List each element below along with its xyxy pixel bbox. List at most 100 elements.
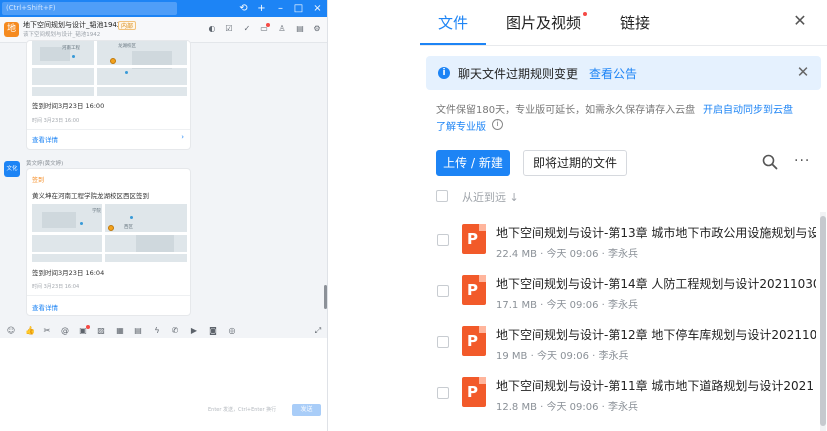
emoji-icon[interactable]: ☺ (6, 326, 16, 336)
chat-scrollbar[interactable] (324, 285, 327, 309)
phone-icon[interactable]: ✆ (170, 326, 180, 336)
task-icon[interactable]: ☑ (224, 24, 234, 34)
file-list: P 地下空间规划与设计-第13章 城市地下市政公用设施规划与设计 22.4 MB… (420, 212, 827, 431)
add-icon[interactable]: + (255, 2, 268, 15)
chat-title: 地下空间规划与设计_韬池1942 (23, 21, 122, 29)
files-icon[interactable]: ▤ (295, 24, 305, 34)
more-icon[interactable]: ··· (794, 153, 810, 169)
retention-info: 文件保留180天，专业版可延长，如需永久保存请存入云盘 (436, 105, 696, 116)
video-icon[interactable]: ▶ (189, 326, 199, 336)
checkin-time-small: 时间 3月23日 16:00 (32, 118, 80, 124)
scissors-icon[interactable]: ✂ (42, 326, 52, 336)
notification-dot (266, 23, 270, 27)
member-icon[interactable]: ♙ (277, 24, 287, 34)
message-list: 河南工程 龙湖校区 签到时间3月23日 16:00 时间 3月23日 16:00… (0, 40, 327, 316)
file-name[interactable]: 地下空间规划与设计-第13章 城市地下市政公用设施规划与设计 (496, 224, 816, 241)
view-announcement-link[interactable]: 查看公告 (589, 65, 637, 82)
chevron-right-icon: › (181, 133, 184, 141)
file-list-scrollbar[interactable] (820, 216, 826, 426)
ppt-file-icon: P (462, 326, 486, 356)
view-detail-link[interactable]: 查看详情 (32, 134, 58, 144)
file-checkbox[interactable] (437, 234, 449, 246)
ppt-file-icon: P (462, 224, 486, 254)
sender-name: 黄文婷(黄文婷) (26, 161, 64, 167)
active-tab-indicator (420, 43, 486, 45)
list-item[interactable]: P 地下空间规划与设计-第13章 城市地下市政公用设施规划与设计 22.4 MB… (420, 212, 827, 268)
file-meta: 17.1 MB · 今天 09:06 · 李永兵 (496, 300, 639, 311)
more-apps-icon[interactable]: ◎ (227, 326, 237, 336)
checkin-location: 黄义坤在河南工程学院龙湖校区西区签到 (32, 192, 149, 200)
file-meta: 19 MB · 今天 09:06 · 李永兵 (496, 351, 629, 362)
file-panel: 文件 图片及视频 链接 ✕ i 聊天文件过期规则变更 查看公告 ✕ 文件保留18… (420, 0, 827, 431)
expiring-files-button[interactable]: 即将过期的文件 (523, 150, 627, 176)
thumbs-up-icon[interactable]: 👍 (25, 326, 35, 336)
ppt-file-icon: P (462, 377, 486, 407)
voice-call-icon[interactable]: ◐ (207, 24, 217, 34)
file-name[interactable]: 地下空间规划与设计-第14章 人防工程规划与设计20211030 (496, 275, 816, 292)
doc-icon[interactable]: ▤ (133, 326, 143, 336)
message-input[interactable]: Enter 发送，Ctrl+Enter 换行 发送 (0, 338, 327, 431)
map-thumbnail[interactable]: 河南工程 龙湖校区 (32, 41, 187, 96)
send-button[interactable]: 发送 (292, 404, 321, 416)
list-item[interactable]: P 地下空间规划与设计-第14章 人防工程规划与设计20211030 17.1 … (420, 263, 827, 319)
chat-window: (Ctrl+Shift+F) ⟲ + – □ × 地 地下空间规划与设计_韬池1… (0, 0, 328, 431)
lightning-icon[interactable]: ϟ (152, 326, 162, 336)
close-icon[interactable]: ✕ (792, 13, 808, 29)
file-meta: 22.4 MB · 今天 09:06 · 李永兵 (496, 249, 639, 260)
panel-tabs: 文件 图片及视频 链接 ✕ (420, 0, 827, 46)
approve-icon[interactable]: ✓ (242, 24, 252, 34)
checkin-label: 签到 (32, 177, 45, 184)
file-meta: 12.8 MB · 今天 09:06 · 李永兵 (496, 402, 639, 413)
location-pin-icon (110, 58, 116, 64)
checkin-time: 签到时间3月23日 16:04 (32, 269, 105, 277)
checkin-time: 签到时间3月23日 16:00 (32, 102, 105, 110)
checkin-card[interactable]: 签到 黄义坤在河南工程学院龙湖校区西区签到 学院 西区 签到时间3月23日 16… (26, 168, 191, 316)
close-icon[interactable]: × (311, 2, 324, 15)
checkin-card[interactable]: 河南工程 龙湖校区 签到时间3月23日 16:00 时间 3月23日 16:00… (26, 40, 191, 150)
pro-version-link[interactable]: 了解专业版 (436, 118, 486, 133)
history-icon[interactable]: ⟲ (237, 2, 250, 15)
upload-new-button[interactable]: 上传 / 新建 (436, 150, 510, 176)
tab-links[interactable]: 链接 (620, 12, 650, 33)
file-checkbox[interactable] (437, 285, 449, 297)
notice-banner: i 聊天文件过期规则变更 查看公告 ✕ (426, 56, 821, 90)
group-avatar[interactable]: 地 (4, 22, 19, 37)
settings-icon[interactable]: ⚙ (312, 24, 322, 34)
notice-text: 聊天文件过期规则变更 (458, 67, 579, 81)
title-bar: (Ctrl+Shift+F) ⟲ + – □ × (0, 0, 327, 17)
list-item[interactable]: P 地下空间规划与设计-第12章 地下停车库规划与设计20211030 19 M… (420, 314, 827, 370)
mention-icon[interactable]: @ (60, 326, 70, 336)
sort-order-toggle[interactable]: 从近到远 ↓ (462, 189, 519, 205)
expand-icon[interactable]: ⤢ (313, 326, 323, 336)
map-thumbnail[interactable]: 学院 西区 (32, 204, 187, 262)
input-toolbar: ☺ 👍 ✂ @ ▣ ▨ ▦ ▤ ϟ ✆ ▶ ◙ ◎ ⤢ (0, 324, 327, 338)
notification-dot (86, 325, 90, 329)
file-checkbox[interactable] (437, 336, 449, 348)
live-icon[interactable]: ◙ (208, 326, 218, 336)
notification-dot (583, 12, 587, 16)
list-item[interactable]: P 地下空间规划与设计-第11章 城市地下道路规划与设计2021 12.8 MB… (420, 365, 827, 421)
search-icon[interactable] (762, 154, 778, 170)
info-icon[interactable]: i (492, 119, 503, 130)
file-name[interactable]: 地下空间规划与设计-第12章 地下停车库规划与设计20211030 (496, 326, 816, 343)
tab-files[interactable]: 文件 (438, 12, 468, 33)
file-name[interactable]: 地下空间规划与设计-第11章 城市地下道路规划与设计2021 (496, 377, 816, 394)
tab-media[interactable]: 图片及视频 (506, 12, 581, 33)
view-detail-link[interactable]: 查看详情 (32, 302, 58, 312)
calendar-icon[interactable]: ▦ (115, 326, 125, 336)
auto-sync-link[interactable]: 开启自动同步到云盘 (703, 101, 793, 116)
file-checkbox[interactable] (437, 387, 449, 399)
global-search-input[interactable]: (Ctrl+Shift+F) (2, 2, 177, 15)
select-all-checkbox[interactable] (436, 190, 448, 202)
ppt-file-icon: P (462, 275, 486, 305)
maximize-icon[interactable]: □ (292, 2, 305, 15)
chat-subtitle: 该下空间规划与设计_韬池1942 (23, 32, 101, 38)
internal-tag: 内部 (118, 21, 137, 30)
close-icon[interactable]: ✕ (795, 64, 811, 80)
info-icon: i (438, 67, 450, 79)
avatar[interactable]: 文化 (4, 161, 20, 177)
checkin-time-small: 时间 3月23日 16:04 (32, 284, 80, 290)
minimize-icon[interactable]: – (274, 2, 287, 15)
image-icon[interactable]: ▨ (96, 326, 106, 336)
send-hint: Enter 发送，Ctrl+Enter 换行 (208, 407, 277, 413)
